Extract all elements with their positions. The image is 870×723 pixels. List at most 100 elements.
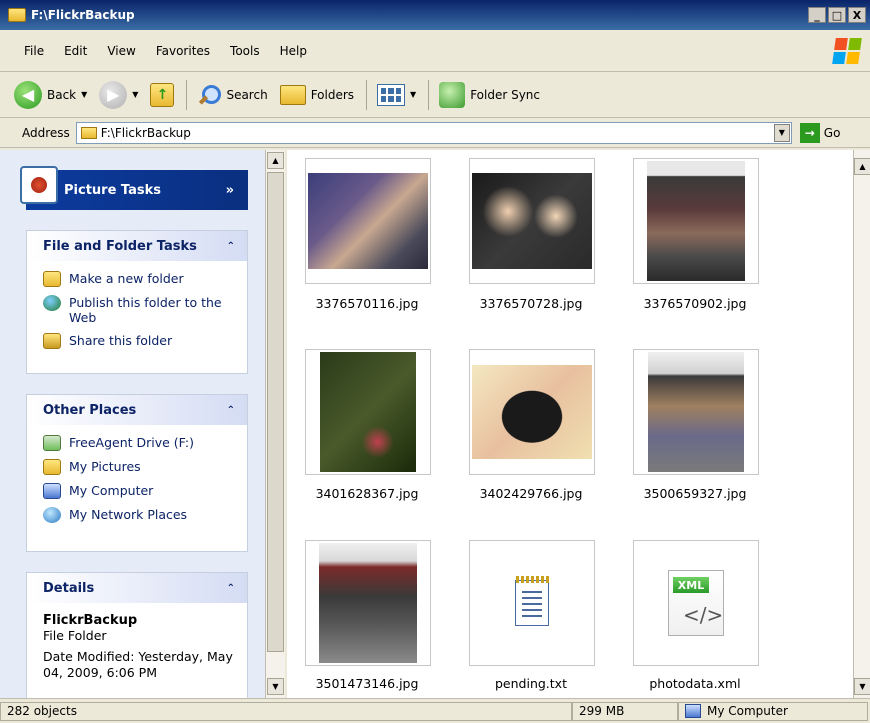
go-arrow-icon: → xyxy=(799,122,820,143)
file-thumbnail[interactable] xyxy=(469,158,595,284)
status-zone: My Computer xyxy=(678,701,868,721)
panel-title: File and Folder Tasks xyxy=(43,238,197,254)
place-freeagent-drive[interactable]: FreeAgent Drive (F:) xyxy=(43,435,233,451)
share-folder-link[interactable]: Share this folder xyxy=(43,333,233,349)
back-dropdown-icon[interactable]: ▼ xyxy=(81,90,87,99)
file-name[interactable]: 3376570902.jpg xyxy=(615,296,775,311)
menu-help[interactable]: Help xyxy=(280,44,307,58)
file-view: 3376570116.jpg 3376570728.jpg 3376570902… xyxy=(287,150,853,698)
file-name[interactable]: pending.txt xyxy=(451,676,611,691)
forward-dropdown-icon[interactable]: ▼ xyxy=(132,90,138,99)
file-name[interactable]: 3376570116.jpg xyxy=(287,296,447,311)
file-thumbnail[interactable]: XML </> xyxy=(633,540,759,666)
scroll-up-icon[interactable]: ▲ xyxy=(267,152,284,169)
file-name[interactable]: 3402429766.jpg xyxy=(451,486,611,501)
search-button[interactable]: Search xyxy=(197,83,268,107)
file-thumbnail[interactable] xyxy=(305,158,431,284)
photo-thumbnail xyxy=(319,543,417,663)
scroll-thumb[interactable] xyxy=(267,172,284,652)
folder-sync-button[interactable]: Folder Sync xyxy=(439,81,541,108)
file-thumbnail[interactable] xyxy=(469,540,595,666)
forward-arrow-icon: ▶ xyxy=(99,80,128,109)
status-bar: 282 objects 299 MB My Computer xyxy=(0,698,870,723)
photo-thumbnail xyxy=(308,173,428,269)
maximize-button[interactable]: □ xyxy=(828,7,846,23)
file-thumbnail[interactable] xyxy=(305,349,431,475)
photo-thumbnail xyxy=(472,365,592,459)
search-label: Search xyxy=(226,87,268,102)
scroll-up-icon[interactable]: ▲ xyxy=(854,158,870,175)
file-name[interactable]: 3501473146.jpg xyxy=(287,676,447,691)
expand-chevron-icon[interactable]: » xyxy=(226,183,234,198)
file-thumbnail[interactable] xyxy=(633,158,759,284)
views-icon xyxy=(377,83,406,106)
details-header[interactable]: Details ⌃ xyxy=(27,573,247,603)
back-button[interactable]: ◀ Back ▼ xyxy=(14,80,87,109)
panel-title: Details xyxy=(43,580,95,596)
go-button[interactable]: → Go xyxy=(799,122,841,143)
computer-icon xyxy=(43,483,61,499)
address-input[interactable]: F:\FlickrBackup ▼ xyxy=(75,121,792,144)
menu-favorites[interactable]: Favorites xyxy=(156,44,210,58)
scroll-down-icon[interactable]: ▼ xyxy=(267,678,284,695)
share-folder-icon xyxy=(43,333,61,349)
toolbar: ◀ Back ▼ ▶ ▼ ↑ Search Folders ▼ Folder S… xyxy=(0,72,870,118)
up-button[interactable]: ↑ xyxy=(150,82,175,107)
other-places-panel: Other Places ⌃ FreeAgent Drive (F:) My P… xyxy=(26,394,248,552)
folders-icon xyxy=(279,84,306,105)
globe-icon xyxy=(43,295,61,311)
windows-logo-icon xyxy=(832,38,862,64)
file-name[interactable]: photodata.xml xyxy=(615,676,775,691)
folders-button[interactable]: Folders xyxy=(279,84,354,105)
menu-edit[interactable]: Edit xyxy=(64,44,87,58)
forward-button[interactable]: ▶ ▼ xyxy=(99,80,138,109)
place-my-computer[interactable]: My Computer xyxy=(43,483,233,499)
minimize-button[interactable]: _ xyxy=(808,7,826,23)
address-dropdown-icon[interactable]: ▼ xyxy=(773,123,790,142)
status-size: 299 MB xyxy=(572,701,678,721)
close-button[interactable]: X xyxy=(848,7,866,23)
photo-thumbnail xyxy=(647,161,745,281)
collapse-chevron-icon[interactable]: ⌃ xyxy=(227,405,235,416)
panel-title: Other Places xyxy=(43,402,137,418)
folder-icon xyxy=(80,126,97,139)
menu-view[interactable]: View xyxy=(107,44,135,58)
menu-bar: File Edit View Favorites Tools Help xyxy=(0,30,870,72)
code-glyph: </> xyxy=(683,603,724,627)
file-view-scrollbar[interactable]: ▲ ▼ xyxy=(853,150,870,698)
go-label: Go xyxy=(823,125,841,140)
folder-icon xyxy=(8,8,26,22)
file-name[interactable]: 3500659327.jpg xyxy=(615,486,775,501)
file-thumbnail[interactable] xyxy=(305,540,431,666)
publish-web-link[interactable]: Publish this folder to the Web xyxy=(43,295,233,325)
computer-icon xyxy=(685,704,701,718)
views-button[interactable]: ▼ xyxy=(377,83,416,106)
file-thumbnail[interactable] xyxy=(633,349,759,475)
folder-sync-label: Folder Sync xyxy=(470,87,541,102)
drive-icon xyxy=(43,435,61,451)
file-name[interactable]: 3376570728.jpg xyxy=(451,296,611,311)
status-object-count: 282 objects xyxy=(0,701,572,721)
back-label: Back xyxy=(47,87,77,102)
place-my-pictures[interactable]: My Pictures xyxy=(43,459,233,475)
scroll-down-icon[interactable]: ▼ xyxy=(854,678,870,695)
toolbar-separator xyxy=(366,79,368,110)
file-name[interactable]: 3401628367.jpg xyxy=(287,486,447,501)
collapse-chevron-icon[interactable]: ⌃ xyxy=(227,583,235,594)
picture-tasks-header[interactable]: Picture Tasks » xyxy=(20,166,248,210)
place-my-network-places[interactable]: My Network Places xyxy=(43,507,233,523)
collapse-chevron-icon[interactable]: ⌃ xyxy=(227,241,235,252)
other-places-header[interactable]: Other Places ⌃ xyxy=(27,395,247,425)
file-folder-tasks-panel: File and Folder Tasks ⌃ Make a new folde… xyxy=(26,230,248,374)
window-title: F:\FlickrBackup xyxy=(31,8,135,22)
menu-tools[interactable]: Tools xyxy=(230,44,260,58)
details-panel: Details ⌃ FlickrBackup File Folder Date … xyxy=(26,572,248,698)
views-dropdown-icon[interactable]: ▼ xyxy=(410,90,416,99)
make-new-folder-link[interactable]: Make a new folder xyxy=(43,271,233,287)
task-pane-scrollbar[interactable]: ▲ ▼ xyxy=(265,150,285,698)
photo-thumbnail xyxy=(320,352,416,472)
file-folder-tasks-header[interactable]: File and Folder Tasks ⌃ xyxy=(27,231,247,261)
details-date-modified: Date Modified: Yesterday, May 04, 2009, … xyxy=(43,649,233,680)
file-thumbnail[interactable] xyxy=(469,349,595,475)
menu-file[interactable]: File xyxy=(24,44,44,58)
